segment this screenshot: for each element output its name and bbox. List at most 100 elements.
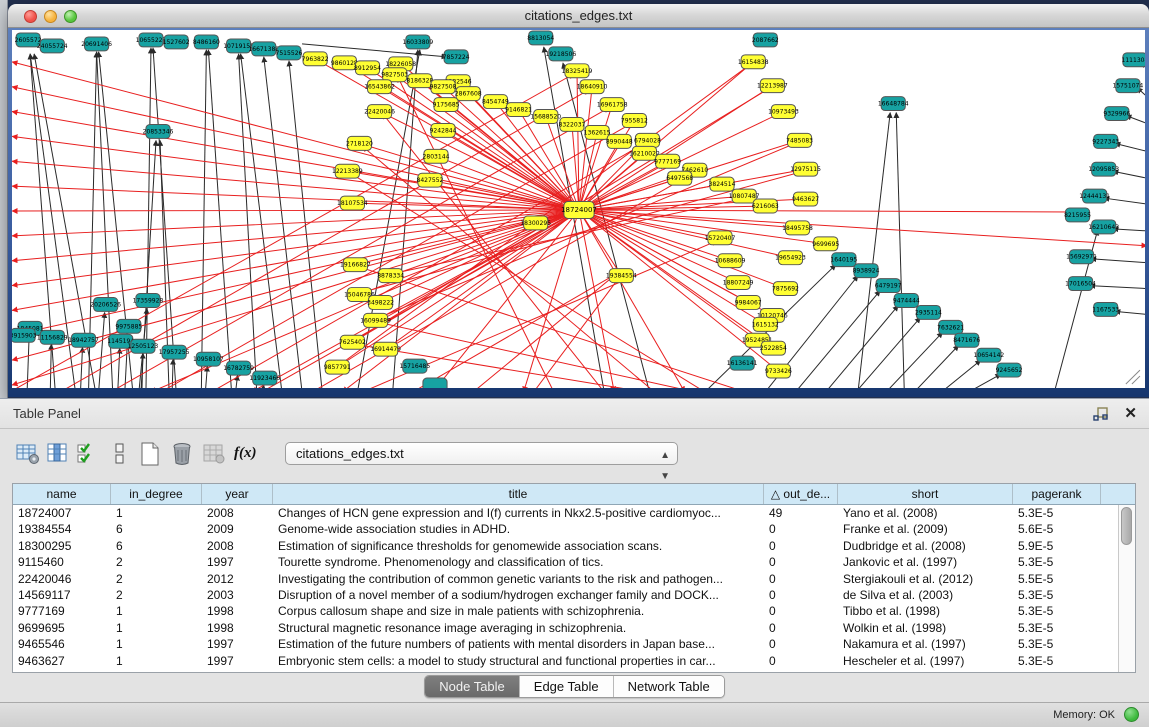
- delete-column-trash-icon[interactable]: [170, 441, 194, 467]
- table-row[interactable]: 969969511998Structural magnetic resonanc…: [13, 620, 1135, 636]
- network-node-label: 16033809: [402, 39, 433, 46]
- network-graph[interactable]: 1872400726055722405572420691406106552271…: [12, 30, 1145, 388]
- column-header-out_de[interactable]: △ out_de...: [764, 484, 838, 504]
- column-header-name[interactable]: name: [13, 484, 111, 504]
- network-node-label: 9699695: [812, 241, 839, 248]
- network-node-label: 8813054: [527, 35, 554, 42]
- table-row[interactable]: 2242004622012Investigating the contribut…: [13, 571, 1135, 587]
- table-cell: 2008: [202, 505, 273, 521]
- table-body: 18724007 1 2008Changes of HCN gene express…: [13, 505, 1135, 672]
- tab-network-table[interactable]: Network Table: [614, 676, 724, 697]
- network-edge: [1115, 143, 1145, 151]
- float-panel-icon[interactable]: [1093, 406, 1109, 422]
- table-row[interactable]: 911546021997Tourette syndrome. Phenomeno…: [13, 554, 1135, 570]
- merge-rows-icon[interactable]: [108, 441, 132, 467]
- table-cell: 18724007: [13, 505, 111, 521]
- network-node-label: 20853346: [143, 128, 174, 135]
- table-select-dropdown[interactable]: citations_edges.txt ▲▼: [285, 442, 678, 465]
- table-cell: 1997: [202, 636, 273, 652]
- table-row[interactable]: 1830029562008Estimation of significance …: [13, 538, 1135, 554]
- network-node-label: 10654142: [974, 352, 1005, 359]
- network-node-label: 12444131: [1079, 193, 1110, 200]
- table-cell: 1: [111, 636, 202, 652]
- table-cell: Wolkin et al. (1998): [838, 620, 1013, 636]
- network-node-label: 8486160: [193, 39, 220, 46]
- network-edge: [383, 114, 605, 388]
- network-edge: [172, 359, 173, 388]
- network-node-label: 9146821: [505, 107, 532, 114]
- network-node-label: 16782759: [223, 365, 254, 372]
- network-node-label: 9474444: [893, 298, 920, 305]
- table-settings-icon[interactable]: [16, 441, 40, 467]
- table-row[interactable]: 946554611997Estimation of the future num…: [13, 636, 1135, 652]
- network-node-label: 9175685: [433, 102, 460, 109]
- table-cell: 9465546: [13, 636, 111, 652]
- network-node-label: 10807487: [729, 193, 760, 200]
- table-cell: 5.3E-5: [1013, 653, 1101, 669]
- table-tabs-row: Node TableEdge TableNetwork Table: [0, 675, 1149, 701]
- vertical-scrollbar[interactable]: [1118, 505, 1135, 672]
- tab-edge-table[interactable]: Edge Table: [520, 676, 614, 697]
- function-builder-icon[interactable]: f(x): [234, 441, 258, 467]
- window-titlebar[interactable]: citations_edges.txt: [8, 4, 1149, 28]
- network-node-label: 8471676: [953, 337, 980, 344]
- table-cell: Changes of HCN gene expression and I(f) …: [273, 505, 764, 521]
- network-edge: [12, 186, 579, 210]
- network-edge: [796, 291, 881, 388]
- network-node-label: 15751074: [1113, 83, 1144, 90]
- table-cell: 1998: [202, 620, 273, 636]
- network-node-label: 2803144: [423, 153, 450, 160]
- column-header-short[interactable]: short: [838, 484, 1013, 504]
- new-table-icon[interactable]: [138, 441, 162, 467]
- network-edge: [99, 312, 105, 388]
- network-node-label: 9245652: [996, 367, 1023, 374]
- show-columns-icon[interactable]: [46, 441, 70, 467]
- network-node-label: 8878334: [377, 273, 404, 280]
- network-node-label: 3915903: [12, 332, 37, 339]
- memory-status-indicator[interactable]: [1124, 707, 1139, 722]
- table-cell: 0: [764, 620, 838, 636]
- table-row[interactable]: 977716911998Corpus callosum shape and si…: [13, 603, 1135, 619]
- network-node-label: 8990448: [606, 138, 633, 145]
- network-canvas[interactable]: 1872400726055722405572420691406106552271…: [12, 30, 1145, 388]
- network-node-label: 9242844: [430, 127, 457, 134]
- close-panel-icon[interactable]: ✕: [1124, 404, 1137, 422]
- table-row[interactable]: 1938455462009Genome-wide association stu…: [13, 521, 1135, 537]
- resize-grip[interactable]: [1126, 370, 1140, 384]
- table-cell: 14569117: [13, 587, 111, 603]
- column-header-pagerank[interactable]: pagerank: [1013, 484, 1101, 504]
- network-edge: [80, 347, 82, 388]
- tab-node-table[interactable]: Node Table: [425, 676, 520, 697]
- network-node-label: 9827503: [381, 72, 408, 79]
- network-node-label: 18724007: [561, 206, 597, 214]
- table-cell: Estimation of significance thresholds fo…: [273, 538, 764, 554]
- network-node-label: 7857224: [443, 54, 470, 61]
- table-row[interactable]: 1872400712008Changes of HCN gene express…: [13, 505, 1135, 521]
- network-edge: [886, 332, 942, 388]
- table-cell: Disruption of a novel member of a sodium…: [273, 587, 764, 603]
- network-edge: [12, 62, 579, 210]
- table-cell: 6: [111, 538, 202, 554]
- network-node-label: 9227343: [1092, 138, 1119, 145]
- network-node-label: 16648784: [878, 101, 909, 108]
- table-cell: Structural magnetic resonance image aver…: [273, 620, 764, 636]
- table-cell: 5.6E-5: [1013, 521, 1101, 537]
- column-header-year[interactable]: year: [202, 484, 273, 504]
- table-cell: Hescheler et al. (1997): [838, 653, 1013, 669]
- column-header-in_degree[interactable]: in_degree: [111, 484, 202, 504]
- table-row[interactable]: 1456911722003Disruption of a novel membe…: [13, 587, 1135, 603]
- table-header-row: namein_degreeyeartitle△ out_de...shortpa…: [13, 484, 1135, 505]
- scrollbar-thumb[interactable]: [1121, 507, 1132, 545]
- table-cell: 2: [111, 554, 202, 570]
- network-node-label: 8454749: [482, 99, 509, 106]
- network-node[interactable]: [423, 378, 447, 388]
- network-node-label: 6216063: [752, 203, 779, 210]
- network-node-label: 11923466: [249, 375, 280, 382]
- delete-table-icon[interactable]: [202, 441, 226, 467]
- network-node-label: 6794028: [634, 137, 661, 144]
- table-row[interactable]: 946362711997Embryonic stem cells: a mode…: [13, 653, 1135, 669]
- network-node-label: 9984067: [735, 299, 762, 306]
- table-cell: 2: [111, 587, 202, 603]
- select-columns-icon[interactable]: [76, 441, 100, 467]
- column-header-title[interactable]: title: [273, 484, 764, 504]
